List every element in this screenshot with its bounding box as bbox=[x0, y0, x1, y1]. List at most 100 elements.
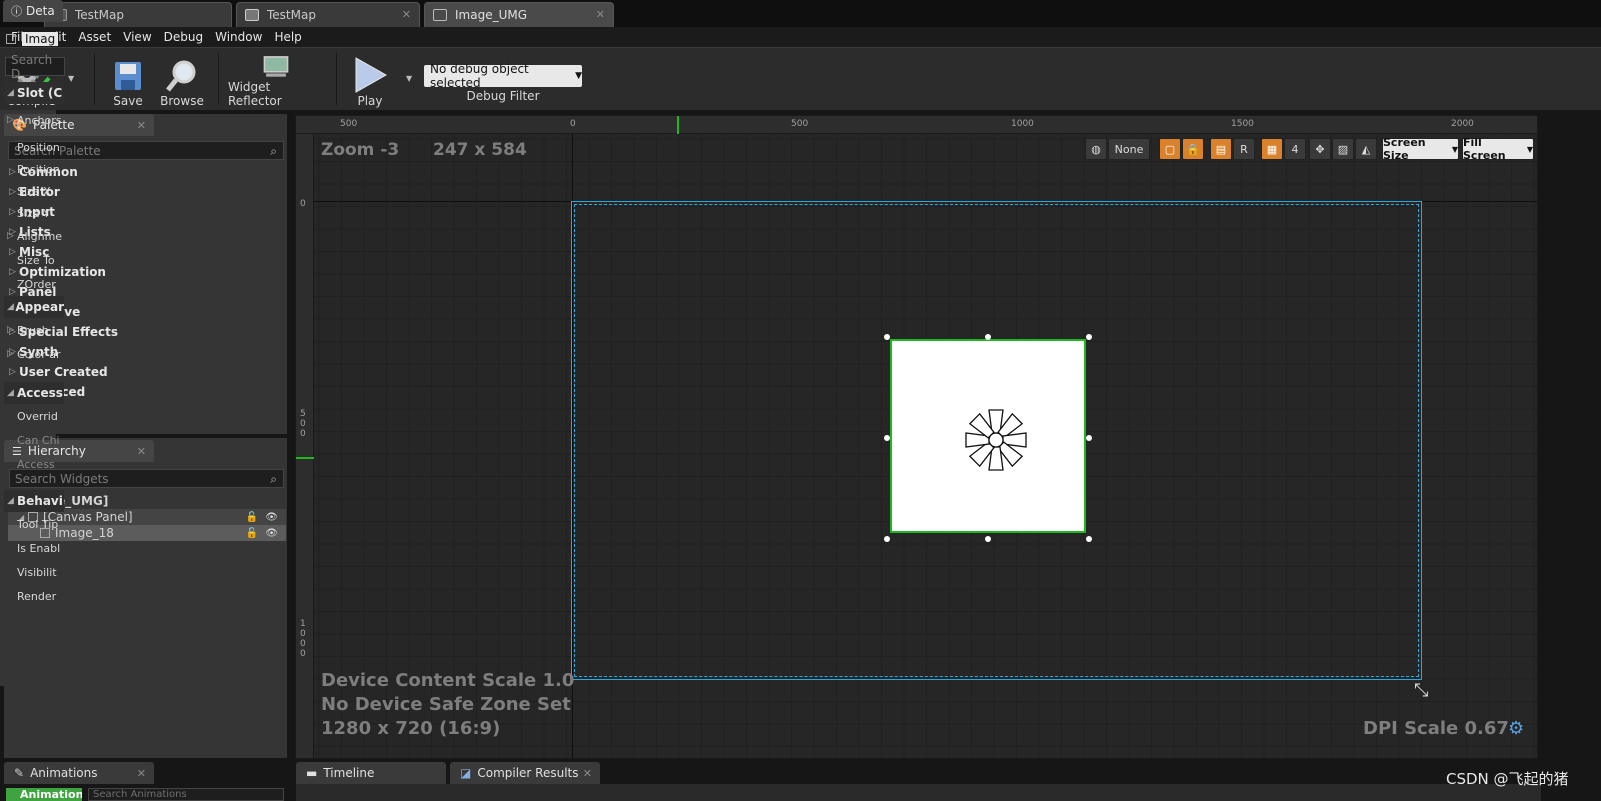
resize-handle[interactable] bbox=[1086, 536, 1092, 542]
property-row: Can Chi bbox=[4, 428, 64, 452]
resolution-readout: 1280 x 720 (16:9) bbox=[321, 718, 501, 739]
ruler-tick-label: 500 bbox=[340, 119, 358, 129]
ruler-horizontal: 500 0 500 1000 1500 2000 bbox=[296, 116, 1537, 134]
close-icon[interactable]: ✕ bbox=[402, 8, 411, 21]
grid-snap-icon[interactable]: ▦ bbox=[1261, 138, 1283, 160]
menu-view[interactable]: View bbox=[117, 30, 157, 44]
lock-icon[interactable]: 🔓 bbox=[246, 528, 258, 539]
close-icon[interactable]: ✕ bbox=[583, 767, 592, 780]
tab-testmap-2[interactable]: TestMap ✕ bbox=[236, 2, 420, 27]
add-animation-button[interactable]: Animation bbox=[6, 788, 82, 801]
menu-window[interactable]: Window bbox=[209, 30, 268, 44]
animations-tab[interactable]: ✎ Animations ✕ bbox=[4, 762, 154, 784]
property-row: Visibilit bbox=[4, 560, 64, 584]
section-header[interactable]: ◢ Behavi bbox=[4, 490, 64, 512]
close-icon[interactable]: ✕ bbox=[596, 8, 605, 21]
browse-label: Browse bbox=[160, 94, 204, 108]
close-icon[interactable]: ✕ bbox=[137, 445, 146, 458]
resize-handle[interactable] bbox=[985, 536, 991, 542]
floppy-disk-icon bbox=[115, 62, 141, 90]
section-header[interactable]: ◢ Access bbox=[4, 382, 64, 404]
outline-toggle-icon[interactable]: ▢ bbox=[1159, 138, 1181, 160]
image-preview-icon[interactable]: ▨ bbox=[1332, 138, 1354, 160]
property-label: Alignme bbox=[17, 229, 63, 243]
resize-handle[interactable] bbox=[884, 536, 890, 542]
ruler-tick-label: 500 bbox=[300, 409, 306, 439]
grid-size-select[interactable]: 4 bbox=[1284, 138, 1306, 160]
ruler-tick-label: 500 bbox=[791, 119, 809, 129]
section-label: Behavi bbox=[17, 494, 63, 508]
mouse-marker-vertical bbox=[296, 457, 314, 459]
tab-label: Image_UMG bbox=[455, 8, 528, 22]
property-row: ZOrder bbox=[4, 272, 64, 296]
resize-handle[interactable] bbox=[884, 435, 890, 441]
search-placeholder: Search Animations bbox=[93, 789, 187, 800]
widget-reflector-button[interactable]: Widget Reflector bbox=[228, 52, 324, 108]
expand-arrow-icon: ▷ bbox=[7, 231, 14, 241]
mirror-icon[interactable]: ◭ bbox=[1355, 138, 1377, 160]
book-icon bbox=[245, 9, 259, 21]
browse-button[interactable]: Browse bbox=[158, 52, 206, 108]
property-label: Size X bbox=[17, 184, 51, 198]
compile-options-dropdown[interactable]: ▼ bbox=[68, 74, 74, 83]
property-label: Can Chi bbox=[17, 433, 60, 447]
r-button[interactable]: R bbox=[1233, 138, 1255, 160]
resize-arrows-icon[interactable]: ✥ bbox=[1309, 138, 1331, 160]
details-tab[interactable]: ⓘ Deta bbox=[3, 0, 63, 22]
globe-icon[interactable]: ◍ bbox=[1085, 138, 1107, 160]
property-label: ZOrder bbox=[17, 277, 56, 291]
timeline-area bbox=[296, 784, 1541, 801]
image-widget[interactable] bbox=[890, 339, 1086, 533]
section-label: Slot (C bbox=[17, 86, 63, 100]
menu-help[interactable]: Help bbox=[268, 30, 307, 44]
collapse-arrow-icon: ◢ bbox=[7, 496, 14, 506]
respect-locks-icon[interactable]: ▤ bbox=[1210, 138, 1232, 160]
section-header[interactable]: ◢ Appear bbox=[4, 296, 64, 318]
fill-screen-label: Fill Screen bbox=[1463, 136, 1506, 162]
expand-arrow-icon: ▷ bbox=[7, 325, 14, 335]
play-options-dropdown[interactable]: ▼ bbox=[406, 74, 412, 83]
property-label: Size To bbox=[17, 253, 55, 267]
resize-handle[interactable] bbox=[884, 334, 890, 340]
expand-arrow-icon: ▷ bbox=[7, 115, 14, 125]
save-button[interactable]: Save bbox=[105, 52, 151, 108]
search-animations-input[interactable]: Search Animations bbox=[88, 788, 284, 801]
resize-handle[interactable] bbox=[1086, 435, 1092, 441]
details-panel: ⓘ Deta Imag Search D ◢ Slot (C ▷ Anchors P… bbox=[0, 0, 65, 686]
debug-object-value: No debug object selected bbox=[430, 62, 529, 90]
close-icon[interactable]: ✕ bbox=[137, 767, 146, 780]
designer-viewport[interactable]: 500 0 500 1000 1500 2000 0 500 1000 Zoom… bbox=[295, 115, 1538, 759]
menu-asset[interactable]: Asset bbox=[72, 30, 117, 44]
screen-size-label: Screen Size bbox=[1383, 136, 1426, 162]
timeline-icon: ▬ bbox=[306, 766, 318, 780]
screen-size-dropdown[interactable]: Screen Size ▼ bbox=[1382, 136, 1459, 162]
details-property-list: ◢ Slot (C ▷ Anchors Position Position Size… bbox=[4, 82, 64, 608]
dpi-settings-gear-icon[interactable]: ⚙ bbox=[1508, 718, 1524, 739]
details-search-input[interactable]: Search D bbox=[5, 53, 65, 81]
resize-handle[interactable] bbox=[985, 334, 991, 340]
tab-image-umg[interactable]: Image_UMG ✕ bbox=[424, 2, 614, 27]
timeline-tab[interactable]: ▬ Timeline bbox=[296, 762, 446, 784]
play-button[interactable]: Play bbox=[346, 52, 394, 108]
animation-icon: ✎ bbox=[14, 766, 25, 780]
chevron-down-icon: ▼ bbox=[1526, 144, 1533, 154]
ruler-tick-label: 2000 bbox=[1451, 119, 1474, 129]
ruler-tick-label: 0 bbox=[300, 199, 306, 209]
compiler-results-tab[interactable]: ◪ Compiler Results ✕ bbox=[450, 762, 600, 784]
debug-object-select[interactable]: No debug object selected ▼ bbox=[424, 62, 582, 90]
property-label: Brush bbox=[17, 323, 49, 337]
tab-testmap-1[interactable]: TestMap bbox=[44, 2, 232, 27]
resize-handle[interactable] bbox=[1086, 334, 1092, 340]
eye-icon[interactable]: 👁 bbox=[265, 512, 278, 523]
resize-handle-icon[interactable]: ⤡ bbox=[1414, 680, 1428, 701]
none-button[interactable]: None bbox=[1108, 138, 1150, 160]
section-header[interactable]: ◢ Slot (C bbox=[4, 82, 64, 104]
property-label: Tool Tip bbox=[17, 517, 59, 531]
lock-icon[interactable]: 🔓 bbox=[246, 512, 258, 523]
close-icon[interactable]: ✕ bbox=[137, 119, 146, 132]
widget-name-field[interactable]: Imag bbox=[22, 32, 59, 46]
lock-icon[interactable]: 🔒 bbox=[1182, 138, 1204, 160]
menu-debug[interactable]: Debug bbox=[158, 30, 209, 44]
fill-screen-dropdown[interactable]: Fill Screen ▼ bbox=[1462, 136, 1534, 162]
eye-icon[interactable]: 👁 bbox=[265, 528, 278, 539]
